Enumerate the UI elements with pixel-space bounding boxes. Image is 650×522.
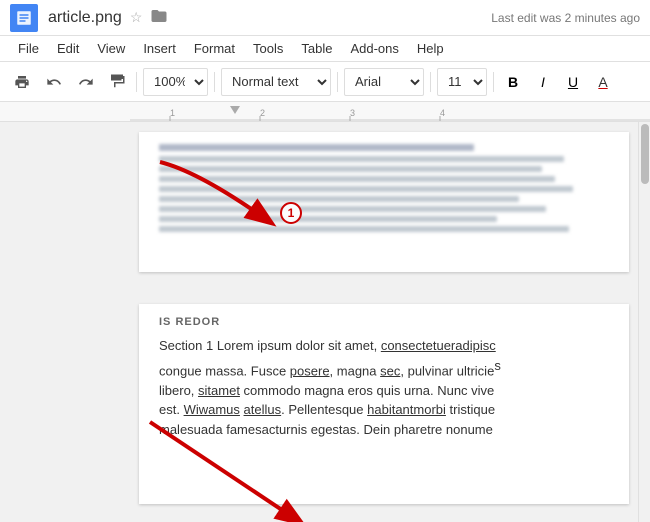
page1-line8 — [159, 216, 497, 222]
page2-body: Section 1 Lorem ipsum dolor sit amet, co… — [159, 336, 609, 439]
underline-button[interactable]: U — [560, 69, 586, 95]
page2-text-6: commodo magna eros quis urna. Nunc vive — [240, 383, 494, 398]
page-2: IS REDOR Section 1 Lorem ipsum dolor sit… — [139, 304, 629, 504]
page2-link-2[interactable]: posere — [290, 363, 330, 378]
page2-link-7[interactable]: habitantmorbi — [367, 402, 446, 417]
ruler: 1 2 3 4 — [0, 102, 650, 122]
page2-text-7: est. — [159, 402, 184, 417]
document-title: article.png — [48, 9, 122, 27]
toolbar: 100% Normal text Arial 11 B I U A — [0, 62, 650, 102]
page2-text-before-link: Section 1 Lorem ipsum dolor sit amet, — [159, 338, 381, 353]
star-button[interactable]: ☆ — [130, 9, 143, 26]
page-gap — [130, 282, 638, 294]
page2-text-3: , magna — [330, 363, 381, 378]
page1-content — [139, 132, 629, 248]
toolbar-divider-1 — [136, 72, 137, 92]
toolbar-divider-4 — [430, 72, 431, 92]
svg-text:3: 3 — [350, 108, 355, 118]
zoom-select[interactable]: 100% — [143, 68, 208, 96]
page2-text-11: malesuada famesacturnis egestas. Dein ph… — [159, 422, 493, 437]
toolbar-divider-2 — [214, 72, 215, 92]
italic-button[interactable]: I — [530, 69, 556, 95]
page2-link-6[interactable]: atellus — [244, 402, 282, 417]
page2-text-5: libero, — [159, 383, 198, 398]
page2-text-2: congue massa. Fusce — [159, 363, 290, 378]
vertical-scrollbar[interactable] — [638, 122, 650, 522]
bold-button[interactable]: B — [500, 69, 526, 95]
font-select[interactable]: Arial — [344, 68, 424, 96]
page2-text-10: tristique — [446, 402, 495, 417]
page2-content: IS REDOR Section 1 Lorem ipsum dolor sit… — [139, 304, 629, 451]
page1-line7 — [159, 206, 546, 212]
svg-text:4: 4 — [440, 108, 445, 118]
page1-line3 — [159, 166, 542, 172]
main-area: IS REDOR Section 1 Lorem ipsum dolor sit… — [0, 122, 650, 522]
undo-button[interactable] — [40, 68, 68, 96]
style-select[interactable]: Normal text — [221, 68, 331, 96]
page1-line4 — [159, 176, 555, 182]
menu-edit[interactable]: Edit — [49, 39, 87, 58]
menu-addons[interactable]: Add-ons — [342, 39, 406, 58]
page2-link-5[interactable]: Wiwamus — [184, 402, 240, 417]
menu-tools[interactable]: Tools — [245, 39, 291, 58]
menu-view[interactable]: View — [89, 39, 133, 58]
page2-link-3[interactable]: sec — [380, 363, 400, 378]
svg-text:1: 1 — [170, 108, 175, 118]
page-1 — [139, 132, 629, 272]
menu-file[interactable]: File — [10, 39, 47, 58]
page1-line1 — [159, 144, 474, 151]
menu-bar: File Edit View Insert Format Tools Table… — [0, 36, 650, 62]
paint-format-button[interactable] — [104, 69, 130, 95]
app-logo — [10, 4, 38, 32]
print-button[interactable] — [8, 68, 36, 96]
edit-status: Last edit was 2 minutes ago — [491, 11, 640, 25]
size-select[interactable]: 11 — [437, 68, 487, 96]
menu-table[interactable]: Table — [293, 39, 340, 58]
svg-text:2: 2 — [260, 108, 265, 118]
toolbar-divider-3 — [337, 72, 338, 92]
page1-line6 — [159, 196, 519, 202]
folder-icon — [150, 7, 168, 28]
page2-header: IS REDOR — [159, 316, 609, 328]
marker-1: 1 — [280, 202, 302, 224]
page2-text-4: , pulvinar ultricie — [400, 363, 494, 378]
menu-help[interactable]: Help — [409, 39, 452, 58]
scrollbar-thumb[interactable] — [641, 124, 649, 184]
menu-format[interactable]: Format — [186, 39, 243, 58]
title-bar: article.png ☆ Last edit was 2 minutes ag… — [0, 0, 650, 36]
page1-line5 — [159, 186, 573, 192]
page2-link-4[interactable]: sitamet — [198, 383, 240, 398]
page2-link-1[interactable]: consectetueradipisc — [381, 338, 496, 353]
page2-text-9: . Pellentesque — [281, 402, 367, 417]
page1-line2 — [159, 156, 564, 162]
menu-insert[interactable]: Insert — [135, 39, 184, 58]
toolbar-divider-5 — [493, 72, 494, 92]
text-color-button[interactable]: A — [590, 69, 616, 95]
page1-line9 — [159, 226, 569, 232]
document-area[interactable]: IS REDOR Section 1 Lorem ipsum dolor sit… — [130, 122, 638, 522]
redo-button[interactable] — [72, 68, 100, 96]
left-sidebar — [0, 122, 130, 522]
